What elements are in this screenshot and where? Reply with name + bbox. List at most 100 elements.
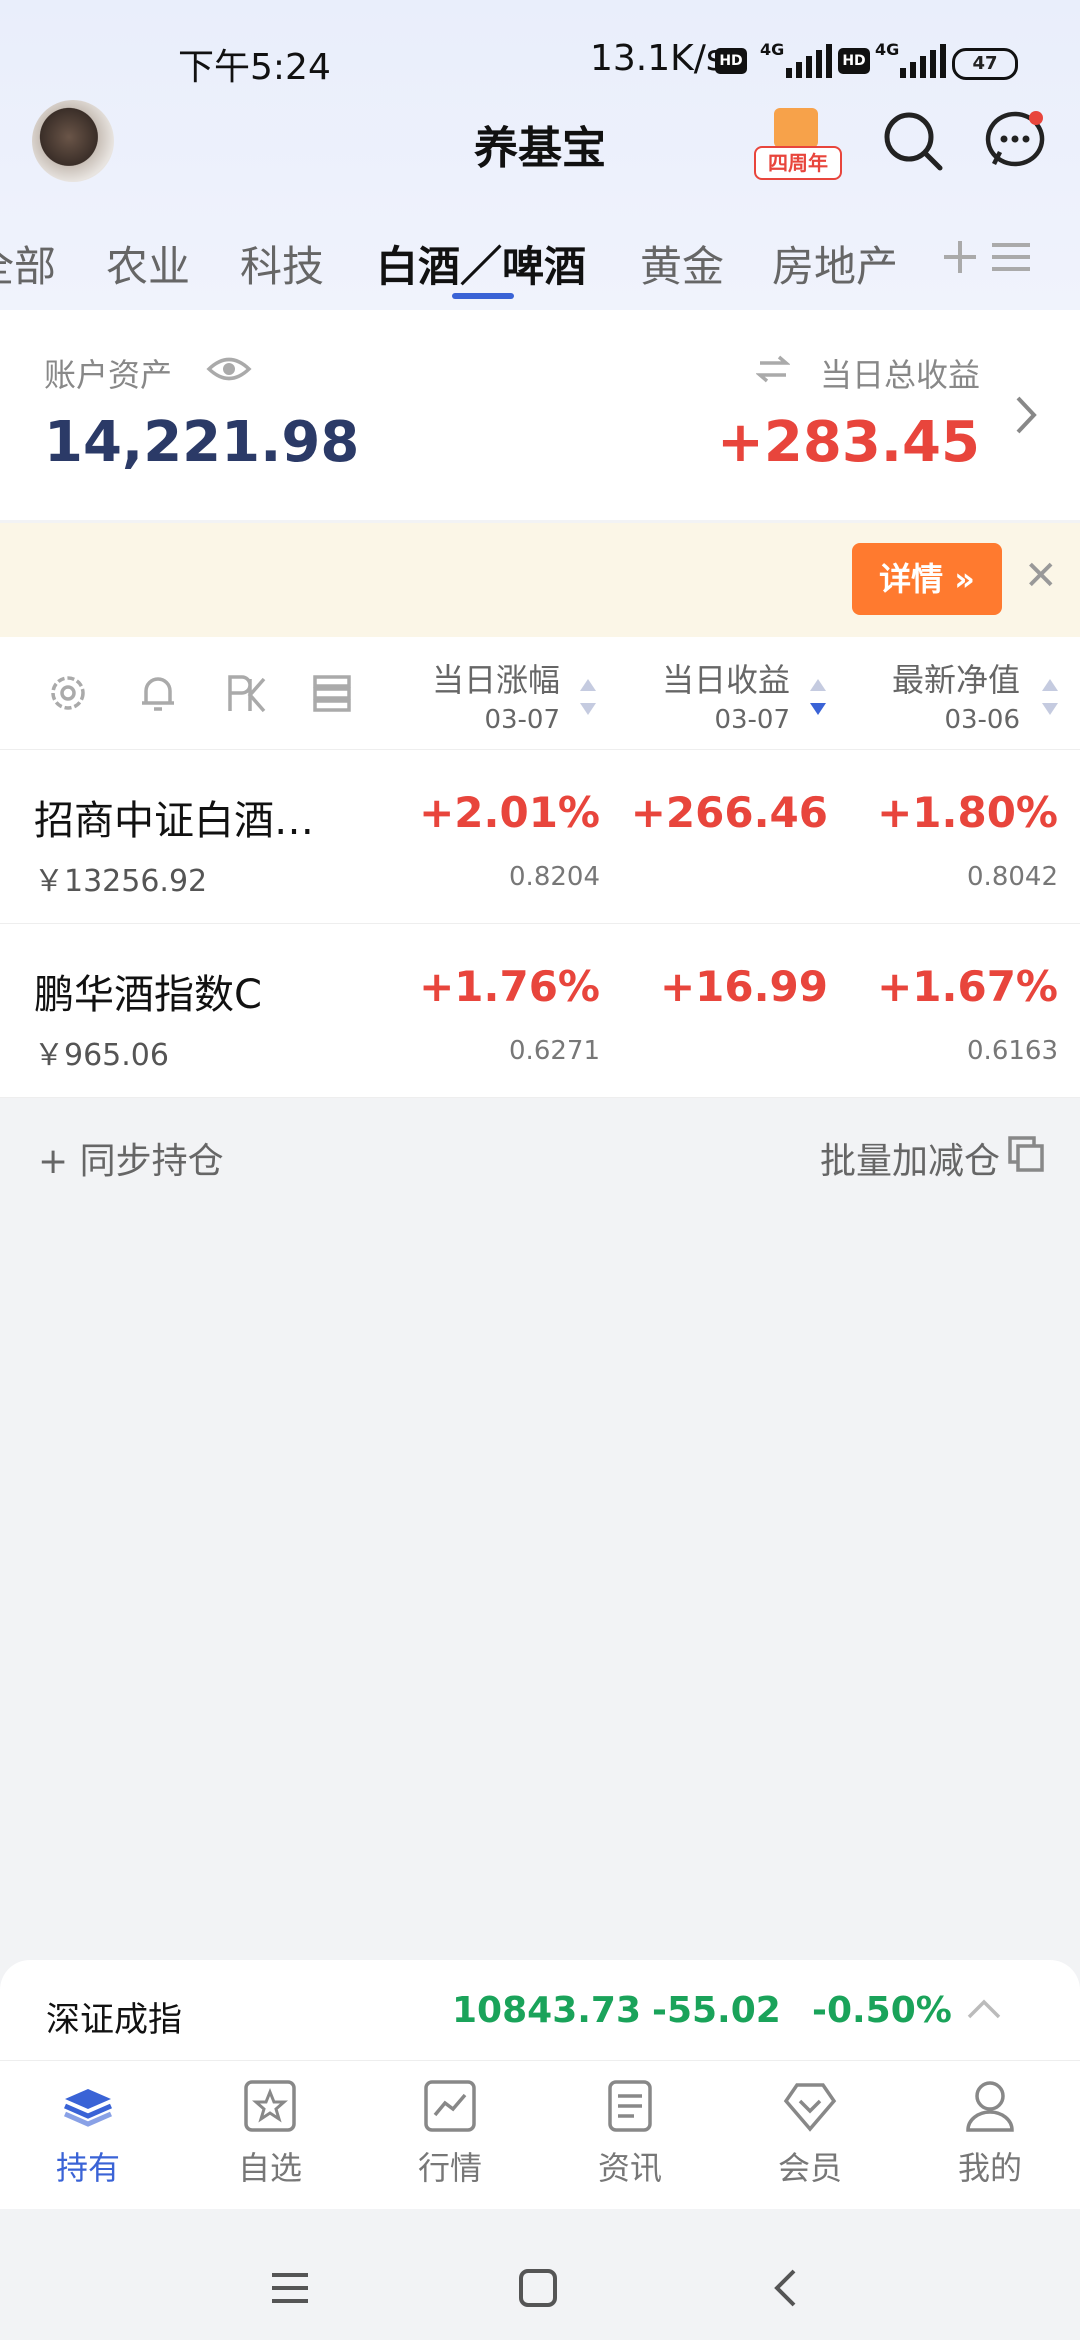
nav-watchlist[interactable]: 自选 — [210, 2079, 330, 2189]
promo-banner: 详情 » ✕ — [0, 523, 1080, 637]
search-icon[interactable] — [878, 106, 948, 176]
recent-apps-icon[interactable] — [270, 2270, 310, 2306]
tab-gold[interactable]: 黄金 — [640, 233, 724, 294]
fund-name: 鹏华酒指数C — [34, 972, 262, 1018]
col-latest-nav-date: 03-06 — [944, 705, 1020, 735]
market-index-bar[interactable]: 深证成指 10843.73 -55.02 -0.50% — [0, 1960, 1080, 2060]
signal-icon — [900, 44, 946, 78]
copy-icon[interactable] — [1006, 1134, 1046, 1174]
bell-icon[interactable] — [136, 671, 180, 715]
col-daily-change-date: 03-07 — [484, 705, 560, 735]
assets-value: 14,221.98 — [44, 410, 360, 475]
close-icon[interactable]: ✕ — [1024, 553, 1058, 599]
tab-technology[interactable]: 科技 — [240, 233, 324, 294]
user-icon — [966, 2081, 1014, 2132]
today-profit-label: 当日总收益 — [819, 356, 980, 394]
status-bar: 下午5:24 13.1K/s HD 4G HD 4G 47 — [0, 0, 1080, 100]
fund-amount: ￥965.06 — [34, 1038, 169, 1073]
fund-nav-change: +1.67% — [877, 962, 1058, 1011]
nav-holdings[interactable]: 持有 — [28, 2079, 148, 2189]
news-icon — [608, 2080, 652, 2132]
network-speed: 13.1K/s — [590, 38, 725, 79]
nav-membership-label: 会员 — [777, 2149, 842, 2187]
home-icon[interactable] — [518, 2268, 558, 2308]
nav-profile[interactable]: 我的 — [930, 2079, 1050, 2189]
back-icon[interactable] — [772, 2268, 798, 2308]
chevron-right-icon — [1016, 396, 1037, 434]
eye-icon[interactable] — [206, 354, 252, 384]
list-layout-icon[interactable] — [310, 671, 354, 715]
fund-row[interactable]: 招商中证白酒… ￥13256.92 +2.01% 0.8204 +266.46 … — [0, 750, 1080, 924]
fund-daily-change: +2.01% — [419, 788, 600, 837]
detail-button[interactable]: 详情 » — [852, 543, 1002, 615]
col-daily-profit-name: 当日收益 — [661, 661, 790, 699]
chevron-up-icon[interactable] — [966, 1998, 1002, 2020]
account-card[interactable]: 账户资产 14,221.98 当日总收益 +283.45 — [0, 310, 1080, 520]
col-daily-change-name: 当日涨幅 — [431, 661, 560, 699]
hd-icon: HD — [838, 48, 870, 74]
fund-daily-profit: +266.46 — [630, 788, 828, 837]
col-latest-nav-name: 最新净值 — [891, 661, 1020, 699]
tab-real-estate[interactable]: 房地产 — [772, 233, 898, 294]
battery-icon: 47 — [952, 48, 1018, 80]
diamond-icon — [783, 2083, 837, 2132]
4g-icon: 4G — [875, 40, 900, 59]
menu-icon[interactable] — [990, 237, 1032, 277]
nav-market-label: 行情 — [417, 2149, 482, 2187]
hd-icon: HD — [715, 48, 747, 74]
gift-icon — [774, 108, 818, 148]
4g-icon: 4G — [760, 40, 785, 59]
holding-actions: + 同步持仓 批量加减仓 — [0, 1100, 1080, 1210]
tab-all[interactable]: 全部 — [0, 233, 56, 294]
col-daily-profit[interactable]: 当日收益 03-07 — [662, 655, 790, 735]
status-time: 下午5:24 — [178, 47, 331, 88]
index-percent: -0.50% — [812, 1990, 952, 2031]
fund-estimated-nav: 0.6271 — [509, 1036, 600, 1066]
fund-row[interactable]: 鹏华酒指数C ￥965.06 +1.76% 0.6271 +16.99 +1.6… — [0, 924, 1080, 1098]
today-profit-value: +283.45 — [716, 410, 980, 475]
fund-daily-profit: +16.99 — [659, 962, 828, 1011]
message-icon[interactable] — [980, 106, 1050, 176]
system-navigation — [0, 2210, 1080, 2340]
anniversary-gift-button[interactable]: 四周年 — [752, 102, 842, 182]
sort-icon[interactable] — [578, 677, 598, 717]
pk-icon[interactable] — [224, 671, 268, 715]
tab-agriculture[interactable]: 农业 — [106, 233, 190, 294]
fund-name: 招商中证白酒… — [34, 798, 314, 844]
active-tab-indicator — [452, 293, 514, 299]
swap-icon[interactable] — [756, 354, 790, 384]
tab-liquor-beer[interactable]: 白酒／啤酒 — [376, 233, 586, 294]
sort-icon[interactable] — [1040, 677, 1060, 717]
col-latest-nav[interactable]: 最新净值 03-06 — [892, 655, 1020, 735]
fund-daily-change: +1.76% — [419, 962, 600, 1011]
category-tabs: 全部 农业 科技 白酒／啤酒 黄金 房地产 — [0, 225, 1080, 315]
star-icon — [244, 2080, 296, 2132]
nav-news[interactable]: 资讯 — [570, 2079, 690, 2189]
add-category-icon[interactable] — [940, 237, 980, 277]
index-change: -55.02 — [652, 1990, 781, 2031]
nav-profile-label: 我的 — [957, 2149, 1022, 2187]
holdings-header: 当日涨幅 03-07 当日收益 03-07 最新净值 03-06 — [0, 637, 1080, 750]
nav-holdings-label: 持有 — [55, 2149, 120, 2187]
detail-button-label: 详情 — [879, 560, 944, 598]
index-value: 10843.73 — [452, 1990, 642, 2031]
bottom-navigation: 持有 自选 行情 资讯 会员 我的 — [0, 2060, 1080, 2209]
sort-desc-icon[interactable] — [808, 677, 828, 717]
signal-icon — [786, 44, 832, 78]
sync-holdings-button[interactable]: + 同步持仓 — [38, 1132, 224, 1184]
fund-amount: ￥13256.92 — [34, 864, 208, 899]
assets-label: 账户资产 — [44, 356, 173, 394]
nav-market[interactable]: 行情 — [390, 2079, 510, 2189]
col-daily-change[interactable]: 当日涨幅 03-07 — [432, 655, 560, 735]
nav-membership[interactable]: 会员 — [750, 2079, 870, 2189]
nav-news-label: 资讯 — [597, 2149, 662, 2187]
chart-icon — [424, 2080, 476, 2132]
index-name: 深证成指 — [46, 2000, 182, 2040]
fund-estimated-nav: 0.8204 — [509, 862, 600, 892]
batch-adjust-button[interactable]: 批量加减仓 — [820, 1132, 1000, 1184]
fund-nav-change: +1.80% — [877, 788, 1058, 837]
fund-latest-nav: 0.6163 — [967, 1036, 1058, 1066]
col-daily-profit-date: 03-07 — [714, 705, 790, 735]
settings-icon[interactable] — [46, 671, 90, 715]
nav-watchlist-label: 自选 — [237, 2149, 302, 2187]
